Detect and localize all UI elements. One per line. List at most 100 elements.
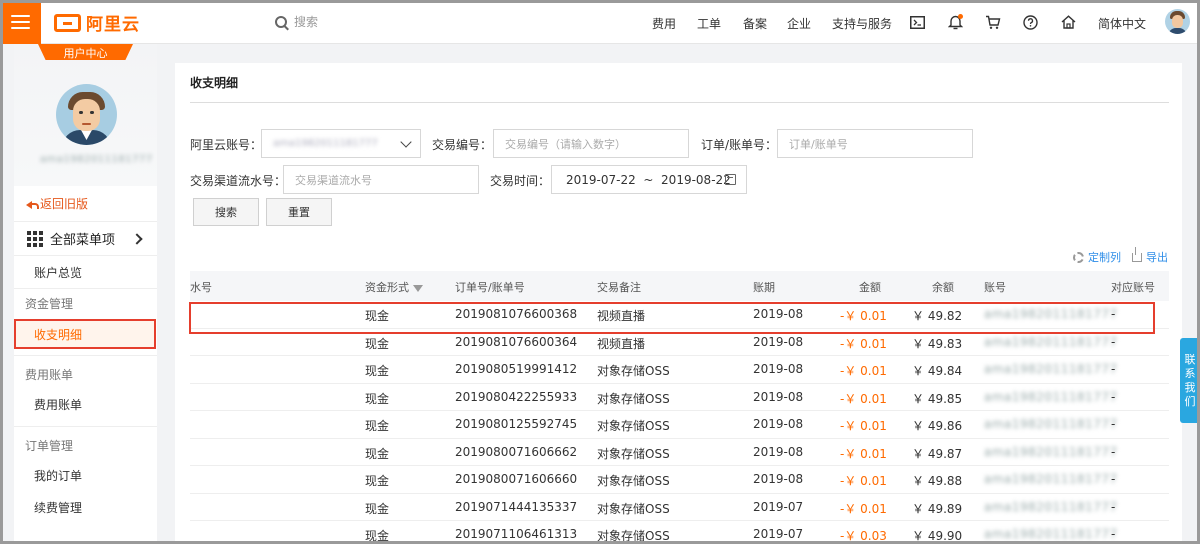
col-counter-account: 对应账号 [1111, 281, 1155, 294]
cell-fund-form: 现金 [365, 474, 390, 488]
reset-button[interactable]: 重置 [266, 198, 332, 226]
table-header: 水号 资金形式 订单号/账单号 交易备注 账期 金额 余额 账号 对应账号 [190, 271, 1169, 301]
cell-remark: 视频直播 [597, 336, 646, 351]
cell-amount: -￥ 0.01 [840, 474, 887, 488]
table-row[interactable]: 现金 2019080125592745 对象存储OSS 2019-08 -￥ 0.01 ￥… [190, 411, 1169, 439]
date-range-picker[interactable]: 2019-07-22 ~ 2019-08-22 [551, 165, 747, 194]
cell-fund-form: 现金 [365, 309, 390, 323]
customize-columns-label: 定制列 [1088, 251, 1121, 264]
col-balance: 余额 [932, 281, 954, 294]
cell-fund-form: 现金 [365, 336, 390, 351]
sidebar-item-transactions[interactable]: 收支明细 [14, 319, 156, 349]
main-panel: 收支明细 阿里云账号： ama1982011181777 交易编号： 交易编号（… [175, 63, 1182, 544]
txn-no-input[interactable]: 交易编号（请输入数字） [493, 129, 689, 158]
table-row[interactable]: 现金 2019080071606662 对象存储OSS 2019-08 -￥ 0.01 ￥… [190, 439, 1169, 466]
cell-period: 2019-08 [753, 444, 804, 459]
cell-order-no: 2019081076600364 [455, 334, 578, 349]
page-title: 收支明细 [190, 76, 239, 90]
account-select[interactable]: ama1982011181777 [261, 129, 421, 158]
sidebar-item-account-overview[interactable]: 账户总览 [14, 256, 157, 288]
terminal-icon[interactable] [909, 14, 925, 30]
col-fund-form[interactable]: 资金形式 [365, 279, 423, 295]
sidebar-item-my-orders[interactable]: 我的订单 [14, 459, 157, 491]
cell-account: ama1982011181777 [984, 307, 1118, 321]
nav-support[interactable]: 支持与服务 [832, 15, 892, 32]
cell-counter-account: - [1111, 417, 1116, 431]
search-icon [275, 15, 287, 28]
user-avatar[interactable] [1165, 9, 1190, 34]
nav-enterprise[interactable]: 企业 [787, 15, 811, 32]
table-row[interactable]: 现金 2019081076600364 视频直播 2019-08 -￥ 0.01 ￥ 49… [190, 329, 1169, 356]
nav-billing[interactable]: 费用 [652, 15, 676, 32]
cell-counter-account: - [1111, 334, 1116, 349]
cell-remark: 对象存储OSS [597, 364, 670, 378]
col-order-no: 订单号/账单号 [455, 281, 525, 294]
sidebar-group-bills: 费用账单 [25, 367, 74, 382]
nav-tickets[interactable]: 工单 [697, 15, 721, 32]
sidebar-group-orders: 订单管理 [25, 438, 74, 453]
cell-remark: 对象存储OSS [597, 474, 670, 488]
nav-icp-filing[interactable]: 备案 [743, 15, 767, 32]
filter-icon[interactable] [413, 284, 423, 292]
hamburger-menu-button[interactable] [0, 0, 41, 44]
table-row[interactable]: 现金 2019071444135337 对象存储OSS 2019-07 -￥ 0.01 ￥… [190, 494, 1169, 521]
order-no-input[interactable]: 订单/账单号 [777, 129, 973, 158]
global-search[interactable]: 搜索 [275, 13, 318, 30]
all-menu-items-button[interactable]: 全部菜单项 [14, 222, 157, 256]
back-label: 返回旧版 [40, 197, 89, 211]
cell-counter-account: - [1111, 307, 1116, 321]
table-row[interactable]: 现金 2019080422255933 对象存储OSS 2019-08 -￥ 0.01 ￥… [190, 384, 1169, 411]
cell-account: ama1982011181777 [984, 472, 1118, 486]
cell-period: 2019-08 [753, 472, 804, 486]
sidebar-item-renewals[interactable]: 续费管理 [14, 491, 157, 523]
cell-counter-account: - [1111, 389, 1116, 404]
contact-us-button[interactable]: 联 系 我 们 [1180, 338, 1200, 423]
contact-char: 系 [1184, 366, 1196, 380]
cart-icon[interactable] [985, 14, 1001, 30]
grid-icon [27, 230, 43, 247]
channel-serial-input[interactable]: 交易渠道流水号 [283, 165, 479, 194]
export-button[interactable]: 导出 [1132, 246, 1168, 265]
cell-account: ama1982011181777 [984, 527, 1118, 541]
profile-avatar[interactable] [56, 84, 117, 145]
bell-icon[interactable] [947, 14, 963, 30]
aliyun-logo-icon [54, 13, 81, 32]
cell-amount: -￥ 0.01 [840, 336, 887, 351]
cell-balance: ￥ 49.86 [912, 419, 963, 433]
home-icon[interactable] [1060, 14, 1076, 30]
back-arrow-icon [26, 200, 39, 209]
aliyun-logo[interactable]: 阿里云 [54, 10, 140, 35]
cell-amount: -￥ 0.01 [840, 364, 887, 378]
cell-fund-form: 现金 [365, 501, 390, 516]
cell-period: 2019-08 [753, 362, 804, 376]
sidebar: 用户中心 ama1982011181777 返回旧版 全部菜单项 账户总览 资金… [14, 44, 157, 544]
sidebar-item-bills[interactable]: 费用账单 [14, 388, 157, 420]
cell-remark: 对象存储OSS [597, 501, 670, 516]
cell-order-no: 2019071444135337 [455, 499, 578, 514]
channel-serial-label: 交易渠道流水号： [190, 174, 287, 188]
customize-columns-button[interactable]: 定制列 [1073, 249, 1121, 265]
calendar-icon [725, 174, 736, 185]
cell-balance: ￥ 49.85 [912, 391, 963, 406]
cell-remark: 对象存储OSS [597, 419, 670, 433]
col-remark: 交易备注 [597, 281, 641, 294]
language-switch[interactable]: 简体中文 [1098, 15, 1146, 32]
back-to-old-version-link[interactable]: 返回旧版 [14, 186, 157, 222]
table-row[interactable]: 现金 2019081076600368 视频直播 2019-08 -￥ 0.01 ￥ 49… [190, 301, 1169, 329]
col-period: 账期 [753, 281, 775, 294]
sidebar-group-funds: 资金管理 [25, 296, 74, 311]
cell-fund-form: 现金 [365, 391, 390, 406]
search-button[interactable]: 搜索 [193, 198, 259, 226]
help-icon[interactable] [1022, 14, 1038, 30]
table-row[interactable]: 现金 2019080519991412 对象存储OSS 2019-08 -￥ 0.01 ￥… [190, 356, 1169, 384]
cell-account: ama1982011181777 [984, 417, 1118, 431]
table-body: 现金 2019081076600368 视频直播 2019-08 -￥ 0.01 ￥ 49… [190, 301, 1169, 544]
cell-fund-form: 现金 [365, 364, 390, 378]
user-center-tab: 用户中心 [14, 44, 157, 60]
cell-counter-account: - [1111, 362, 1116, 376]
cell-order-no: 2019071106461313 [455, 527, 578, 541]
table-row[interactable]: 现金 2019071106461313 对象存储OSS 2019-07 -￥ 0.03 ￥… [190, 521, 1169, 544]
cell-amount: -￥ 0.01 [840, 309, 887, 323]
cell-balance: ￥ 49.82 [912, 309, 963, 323]
table-row[interactable]: 现金 2019080071606660 对象存储OSS 2019-08 -￥ 0.01 ￥… [190, 466, 1169, 494]
